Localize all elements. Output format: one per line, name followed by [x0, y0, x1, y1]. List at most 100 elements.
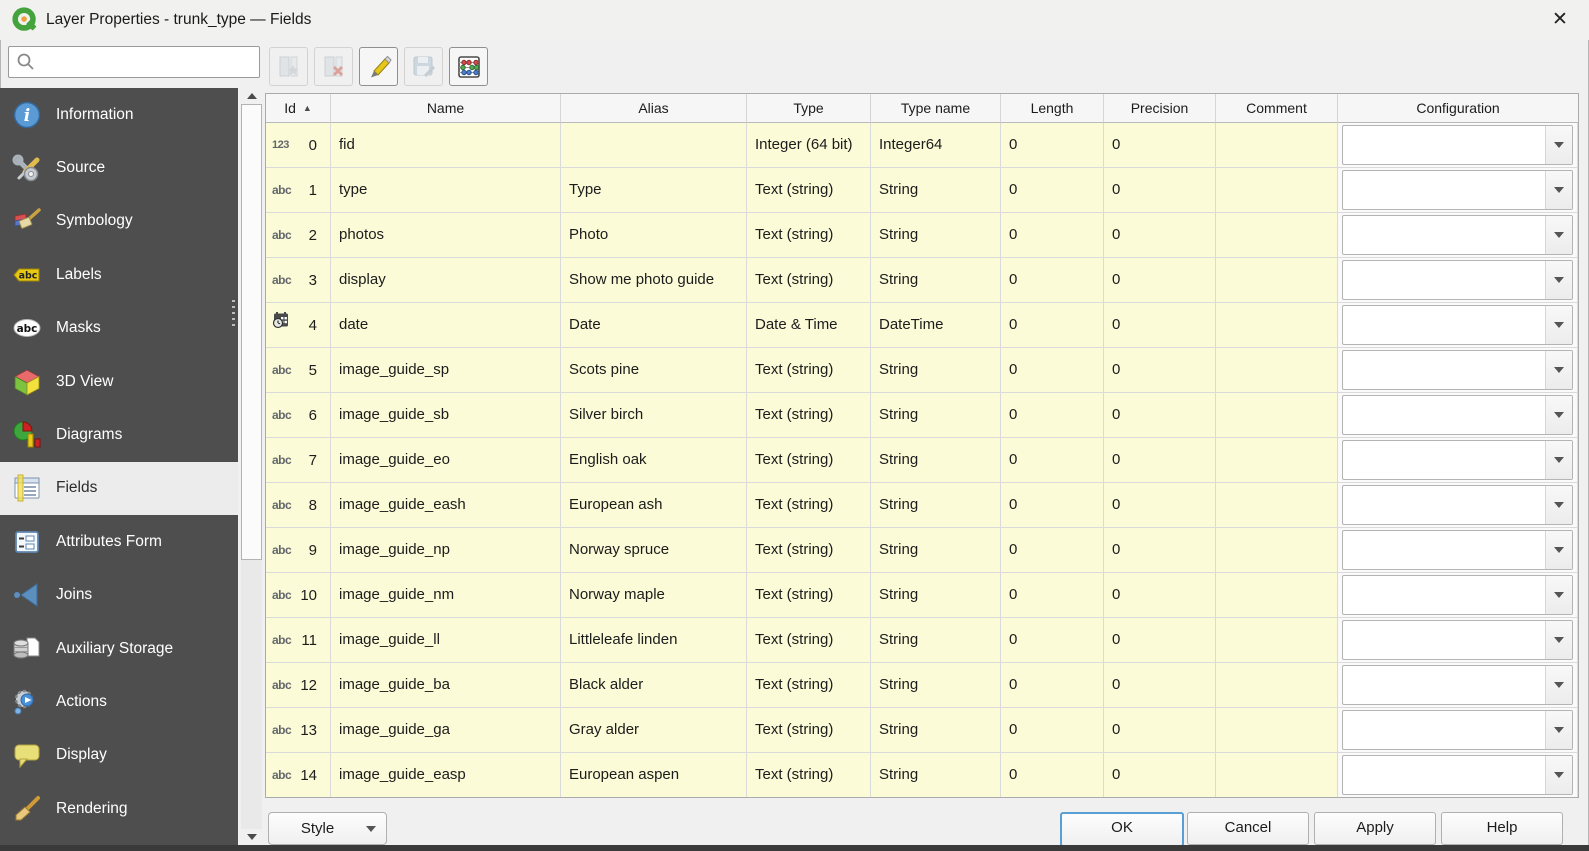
cell-name[interactable]: display [331, 258, 561, 303]
toggle-editing-button[interactable] [359, 47, 398, 86]
cell-alias[interactable]: Photo [561, 213, 747, 258]
sidebar-scrollbar[interactable] [241, 88, 262, 845]
column-header-configuration[interactable]: Configuration [1338, 94, 1578, 123]
cell-comment[interactable] [1216, 303, 1338, 348]
cell-name[interactable]: image_guide_sb [331, 393, 561, 438]
configuration-combobox[interactable] [1342, 575, 1573, 615]
column-header-type-name[interactable]: Type name [871, 94, 1001, 123]
sidebar-item-masks[interactable]: abc Masks [0, 302, 238, 355]
configuration-combobox[interactable] [1342, 350, 1573, 390]
column-header-id[interactable]: Id ▲ [266, 94, 331, 123]
sidebar-item-auxiliary-storage[interactable]: Auxiliary Storage [0, 622, 238, 675]
sidebar-item-diagrams[interactable]: Diagrams [0, 408, 238, 461]
sidebar-item-3d-view[interactable]: 3D View [0, 355, 238, 408]
configuration-combobox[interactable] [1342, 125, 1573, 165]
configuration-combobox[interactable] [1342, 305, 1573, 345]
cell-comment[interactable] [1216, 618, 1338, 663]
field-calculator-button[interactable] [449, 47, 488, 86]
cell-alias[interactable]: Norway maple [561, 573, 747, 618]
help-button[interactable]: Help [1441, 812, 1563, 845]
cell-comment[interactable] [1216, 573, 1338, 618]
sidebar-item-source[interactable]: Source [0, 141, 238, 194]
column-header-type[interactable]: Type [747, 94, 871, 123]
cell-name[interactable]: photos [331, 213, 561, 258]
cell-alias[interactable]: European ash [561, 483, 747, 528]
cell-type-name: String [871, 483, 1001, 528]
sidebar-item-information[interactable]: i Information [0, 88, 238, 141]
cell-comment[interactable] [1216, 168, 1338, 213]
close-icon[interactable]: ✕ [1543, 4, 1577, 36]
cell-name[interactable]: type [331, 168, 561, 213]
cell-name[interactable]: image_guide_sp [331, 348, 561, 393]
cell-comment[interactable] [1216, 393, 1338, 438]
cell-comment[interactable] [1216, 438, 1338, 483]
cell-comment[interactable] [1216, 708, 1338, 753]
configuration-combobox[interactable] [1342, 440, 1573, 480]
style-dropdown-button[interactable]: Style [268, 812, 387, 845]
cell-name[interactable]: fid [331, 123, 561, 168]
cell-comment[interactable] [1216, 213, 1338, 258]
date-field-icon [272, 312, 288, 329]
cell-name[interactable]: image_guide_np [331, 528, 561, 573]
cell-alias[interactable]: Date [561, 303, 747, 348]
sidebar-item-actions[interactable]: Actions [0, 675, 238, 728]
sidebar-item-display[interactable]: Display [0, 729, 238, 782]
cell-comment[interactable] [1216, 663, 1338, 708]
sidebar-item-fields[interactable]: Fields [0, 461, 238, 516]
cell-name[interactable]: image_guide_eo [331, 438, 561, 483]
cell-comment[interactable] [1216, 483, 1338, 528]
column-header-precision[interactable]: Precision [1104, 94, 1216, 123]
cell-name[interactable]: image_guide_eash [331, 483, 561, 528]
sidebar-item-joins[interactable]: Joins [0, 569, 238, 622]
cell-alias[interactable]: Gray alder [561, 708, 747, 753]
configuration-combobox[interactable] [1342, 530, 1573, 570]
scrollbar-thumb[interactable] [241, 104, 262, 560]
cell-alias[interactable] [561, 123, 747, 168]
scroll-up-button[interactable] [241, 88, 262, 104]
apply-button[interactable]: Apply [1314, 812, 1436, 845]
configuration-combobox[interactable] [1342, 170, 1573, 210]
cell-comment[interactable] [1216, 123, 1338, 168]
cell-alias[interactable]: English oak [561, 438, 747, 483]
cell-comment[interactable] [1216, 258, 1338, 303]
cancel-button[interactable]: Cancel [1187, 812, 1309, 845]
cell-alias[interactable]: Scots pine [561, 348, 747, 393]
masks-icon: abc [12, 313, 42, 343]
configuration-combobox[interactable] [1342, 395, 1573, 435]
sidebar-item-rendering[interactable]: Rendering [0, 782, 238, 835]
column-header-alias[interactable]: Alias [561, 94, 747, 123]
cell-name[interactable]: image_guide_easp [331, 753, 561, 797]
cell-alias[interactable]: Norway spruce [561, 528, 747, 573]
column-header-name[interactable]: Name [331, 94, 561, 123]
splitter-grip[interactable] [232, 300, 235, 326]
scroll-down-button[interactable] [241, 829, 262, 845]
cell-name[interactable]: image_guide_ll [331, 618, 561, 663]
configuration-combobox[interactable] [1342, 710, 1573, 750]
configuration-combobox[interactable] [1342, 260, 1573, 300]
cell-name[interactable]: image_guide_nm [331, 573, 561, 618]
cell-alias[interactable]: Show me photo guide [561, 258, 747, 303]
ok-button[interactable]: OK [1060, 812, 1184, 847]
cell-name[interactable]: date [331, 303, 561, 348]
configuration-combobox[interactable] [1342, 665, 1573, 705]
cell-alias[interactable]: Littleleafe linden [561, 618, 747, 663]
configuration-combobox[interactable] [1342, 620, 1573, 660]
sidebar-item-labels[interactable]: abc Labels [0, 248, 238, 301]
column-header-comment[interactable]: Comment [1216, 94, 1338, 123]
cell-comment[interactable] [1216, 348, 1338, 393]
cell-name[interactable]: image_guide_ba [331, 663, 561, 708]
cell-comment[interactable] [1216, 753, 1338, 797]
sidebar-item-symbology[interactable]: Symbology [0, 195, 238, 248]
sidebar-item-attributes-form[interactable]: Attributes Form [0, 515, 238, 568]
configuration-combobox[interactable] [1342, 485, 1573, 525]
cell-alias[interactable]: Silver birch [561, 393, 747, 438]
cell-alias[interactable]: Type [561, 168, 747, 213]
column-header-length[interactable]: Length [1001, 94, 1104, 123]
configuration-combobox[interactable] [1342, 755, 1573, 795]
search-input[interactable] [37, 49, 259, 75]
cell-name[interactable]: image_guide_ga [331, 708, 561, 753]
cell-alias[interactable]: Black alder [561, 663, 747, 708]
configuration-combobox[interactable] [1342, 215, 1573, 255]
cell-alias[interactable]: European aspen [561, 753, 747, 797]
cell-comment[interactable] [1216, 528, 1338, 573]
